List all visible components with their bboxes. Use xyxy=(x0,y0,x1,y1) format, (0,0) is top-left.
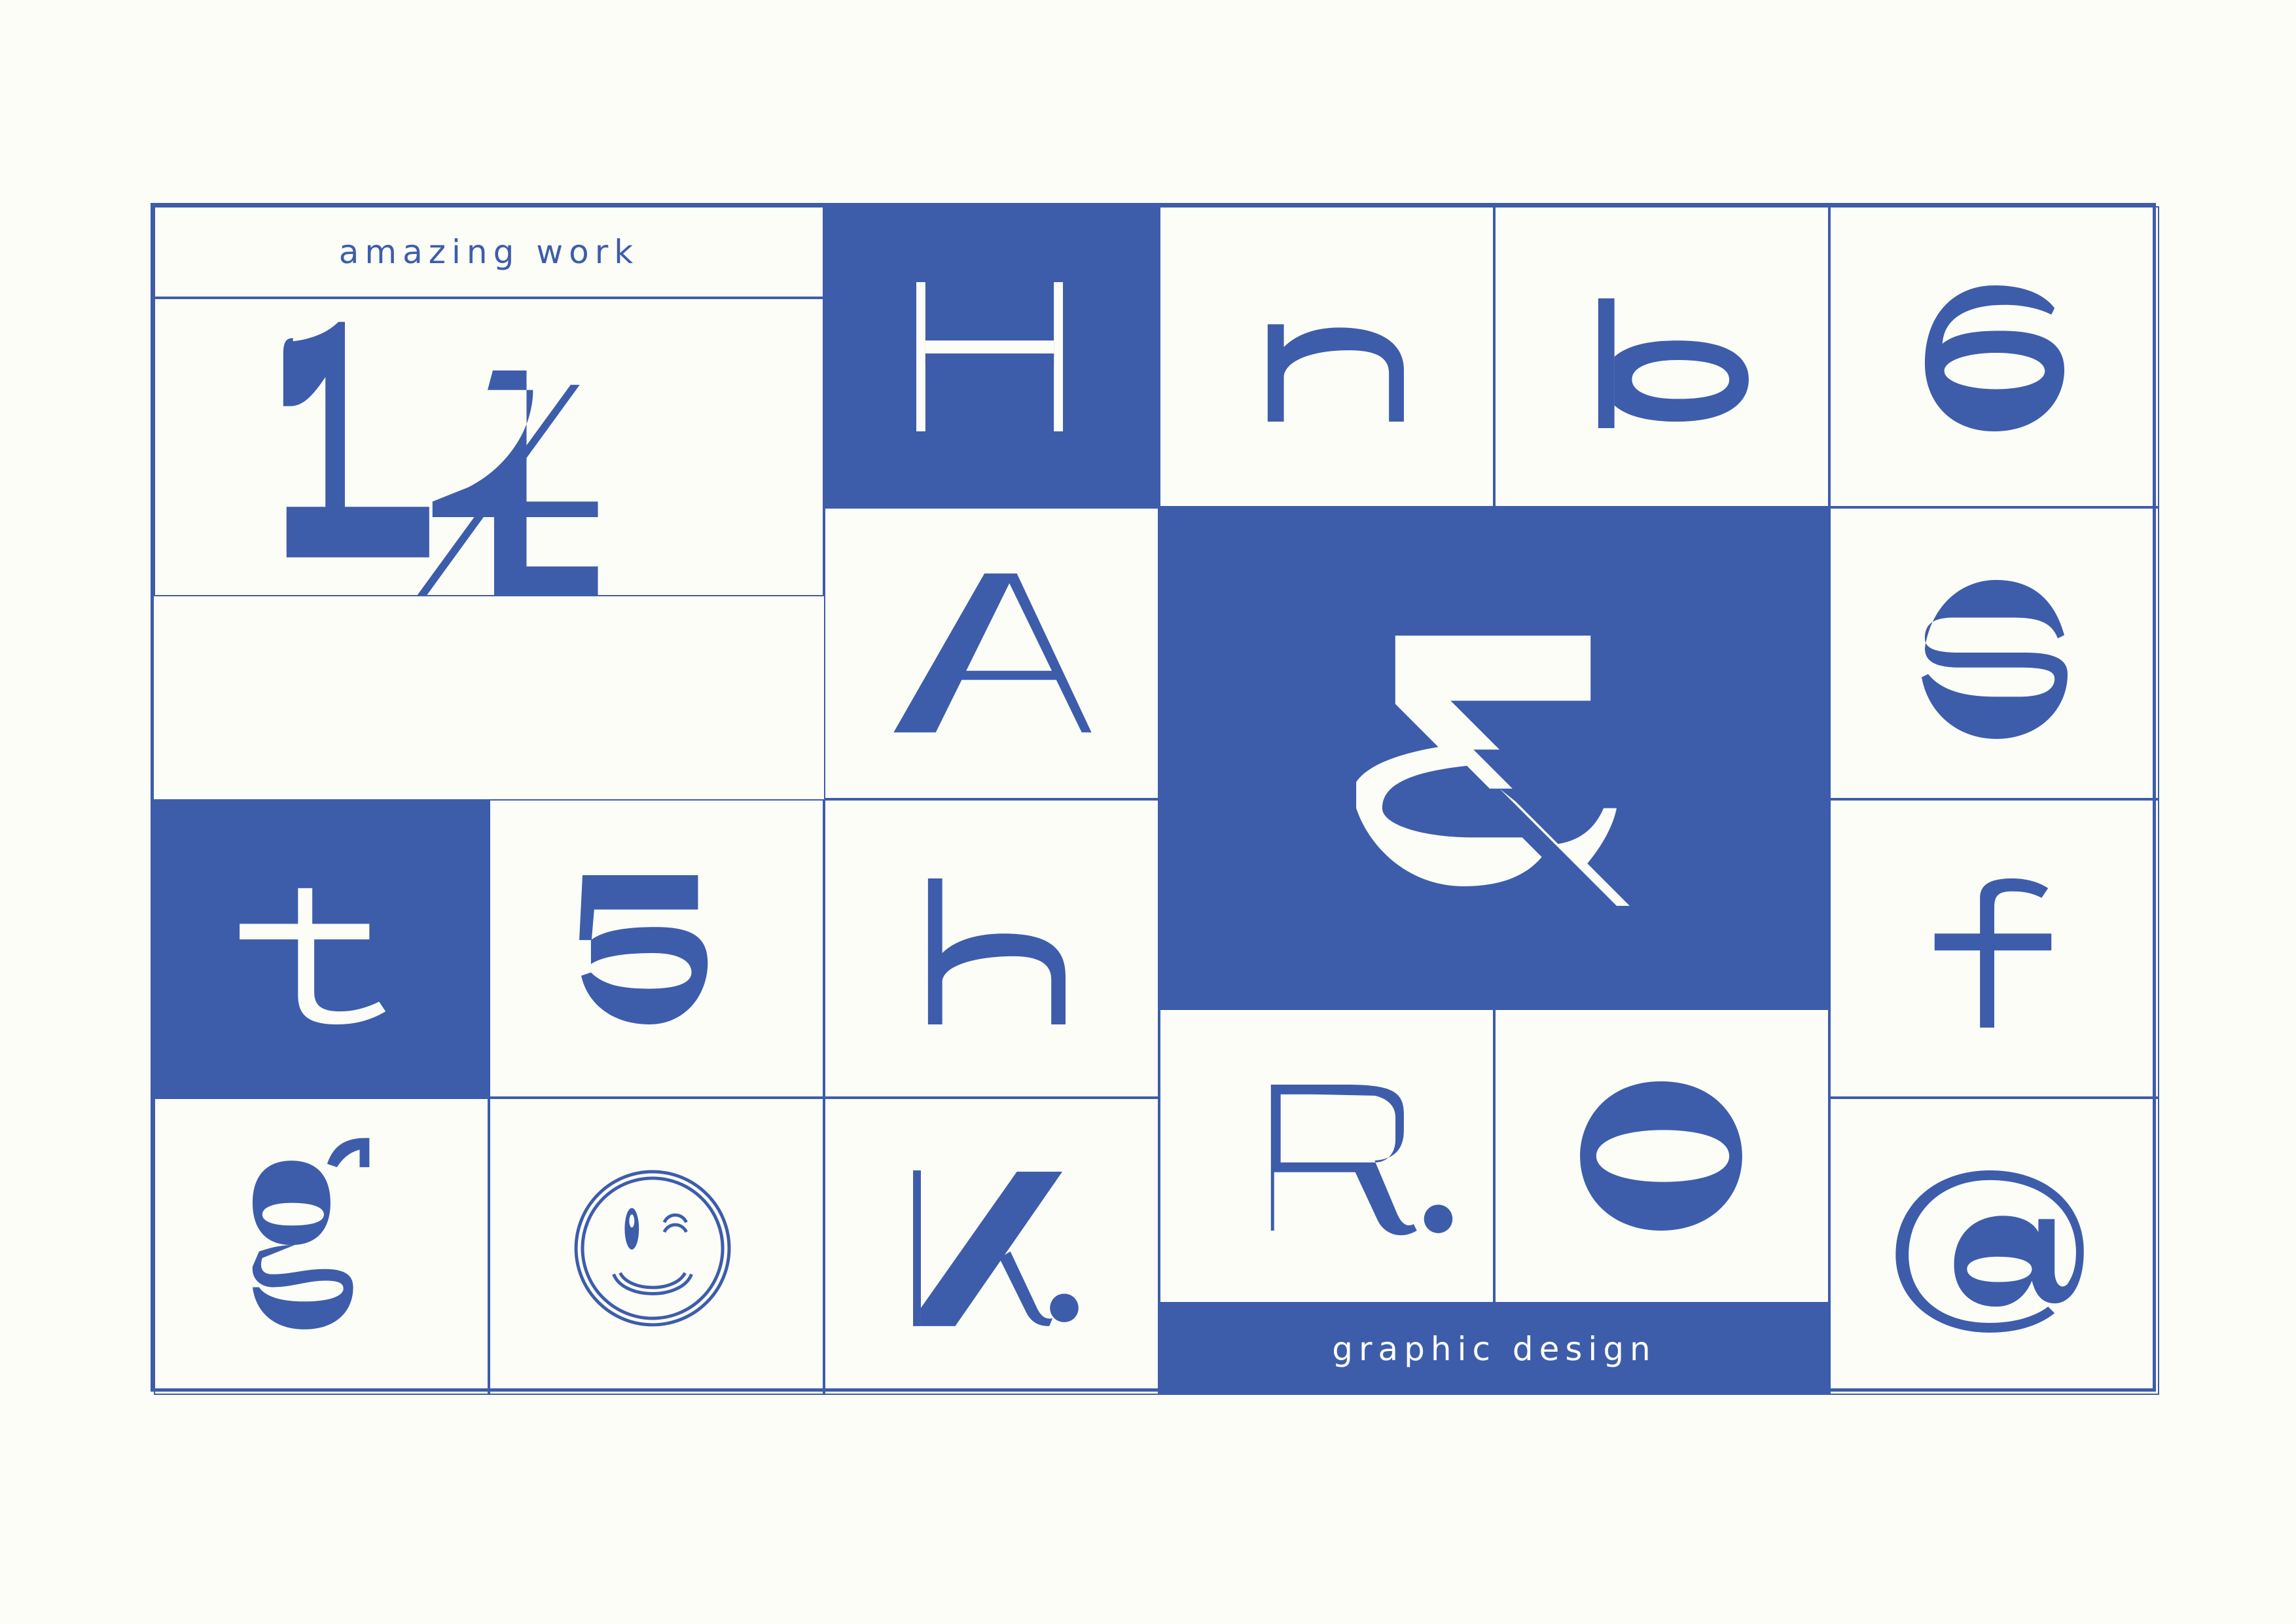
capital-h-glyph xyxy=(916,282,1064,431)
smiley-wink-tile xyxy=(489,1098,824,1395)
fraction-glyph xyxy=(283,321,598,595)
glyph-lower-s xyxy=(1829,507,2159,799)
glyph-lower-n xyxy=(1159,206,1494,507)
glyph-at-sign xyxy=(1829,1098,2159,1395)
glyph-lower-k xyxy=(824,1098,1159,1395)
lower-k-glyph xyxy=(913,1170,1079,1326)
lower-s-glyph xyxy=(1922,580,2068,739)
glyph-ampersand xyxy=(1159,507,1829,1009)
lower-g-glyph xyxy=(252,1138,370,1329)
glyph-capital-h xyxy=(824,206,1159,507)
amazing-work-text: amazing work xyxy=(338,233,639,271)
numeral-6-glyph xyxy=(1924,285,2065,431)
glyph-lower-h xyxy=(824,799,1159,1098)
capital-a-glyph xyxy=(893,573,1092,732)
capital-o-glyph xyxy=(1580,1081,1742,1231)
lower-h-glyph xyxy=(927,878,1066,1024)
glyph-lower-b xyxy=(1494,206,1829,507)
smiley-wink-icon xyxy=(574,1170,731,1327)
lower-n-glyph xyxy=(1267,324,1404,422)
at-sign-glyph xyxy=(1895,1170,2084,1333)
glyph-lower-g xyxy=(154,1098,489,1395)
glyph-lower-t xyxy=(154,799,489,1098)
lower-t-glyph xyxy=(240,888,386,1024)
numeral-5-glyph xyxy=(579,875,708,1024)
lower-f-glyph xyxy=(1934,878,2052,1028)
glyph-numeral-5 xyxy=(489,799,824,1098)
glyph-fraction-one-quarter xyxy=(154,298,824,596)
lower-b-glyph xyxy=(1598,298,1749,429)
graphic-design-text: graphic design xyxy=(1332,1330,1657,1368)
glyph-capital-a xyxy=(824,507,1159,799)
glyph-numeral-6 xyxy=(1829,206,2159,507)
label-graphic-design: graphic design xyxy=(1159,1303,1829,1395)
glyph-lower-f xyxy=(1829,799,2159,1098)
type-specimen-board: amazing work graphic design xyxy=(151,203,2159,1395)
glyph-capital-o xyxy=(1494,1009,1829,1303)
ampersand-glyph xyxy=(1356,635,1630,906)
label-amazing-work: amazing work xyxy=(154,206,824,298)
capital-r-glyph xyxy=(1270,1084,1453,1236)
glyph-capital-r xyxy=(1159,1009,1494,1303)
